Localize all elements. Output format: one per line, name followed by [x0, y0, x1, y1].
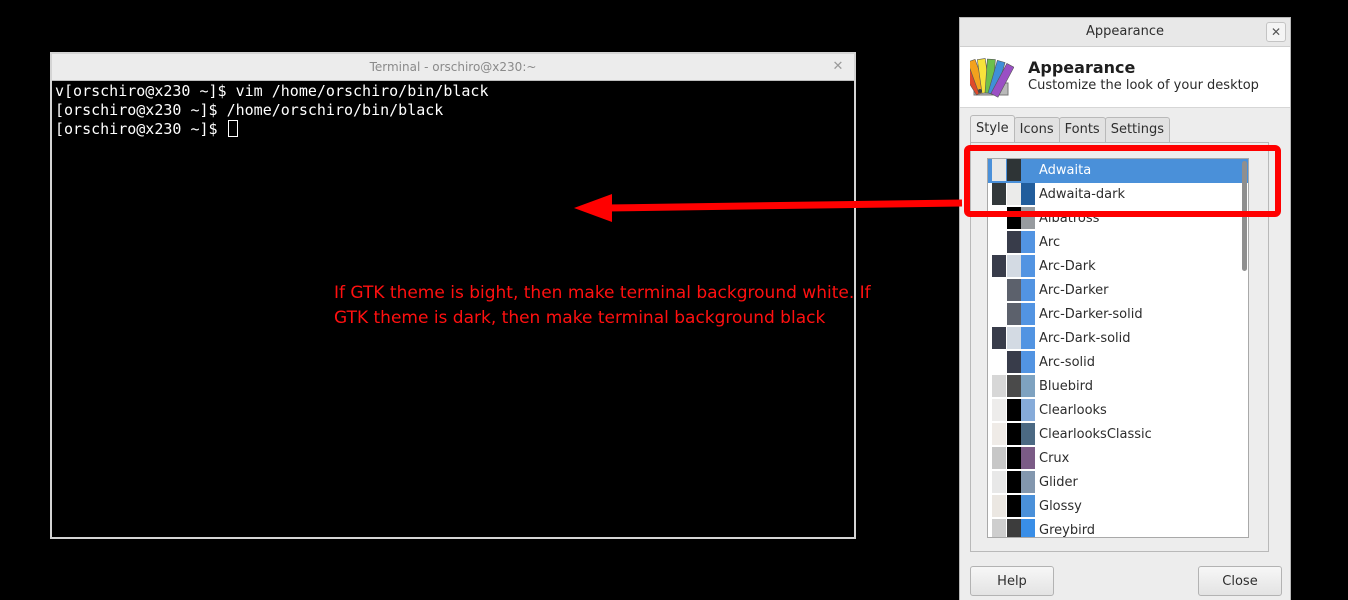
- arrow-shaft: [605, 199, 963, 212]
- annotation-arrow: [574, 194, 963, 222]
- desktop: Terminal - orschiro@x230:~ ✕ v[orschiro@…: [0, 0, 1348, 600]
- arrow-head: [574, 194, 612, 222]
